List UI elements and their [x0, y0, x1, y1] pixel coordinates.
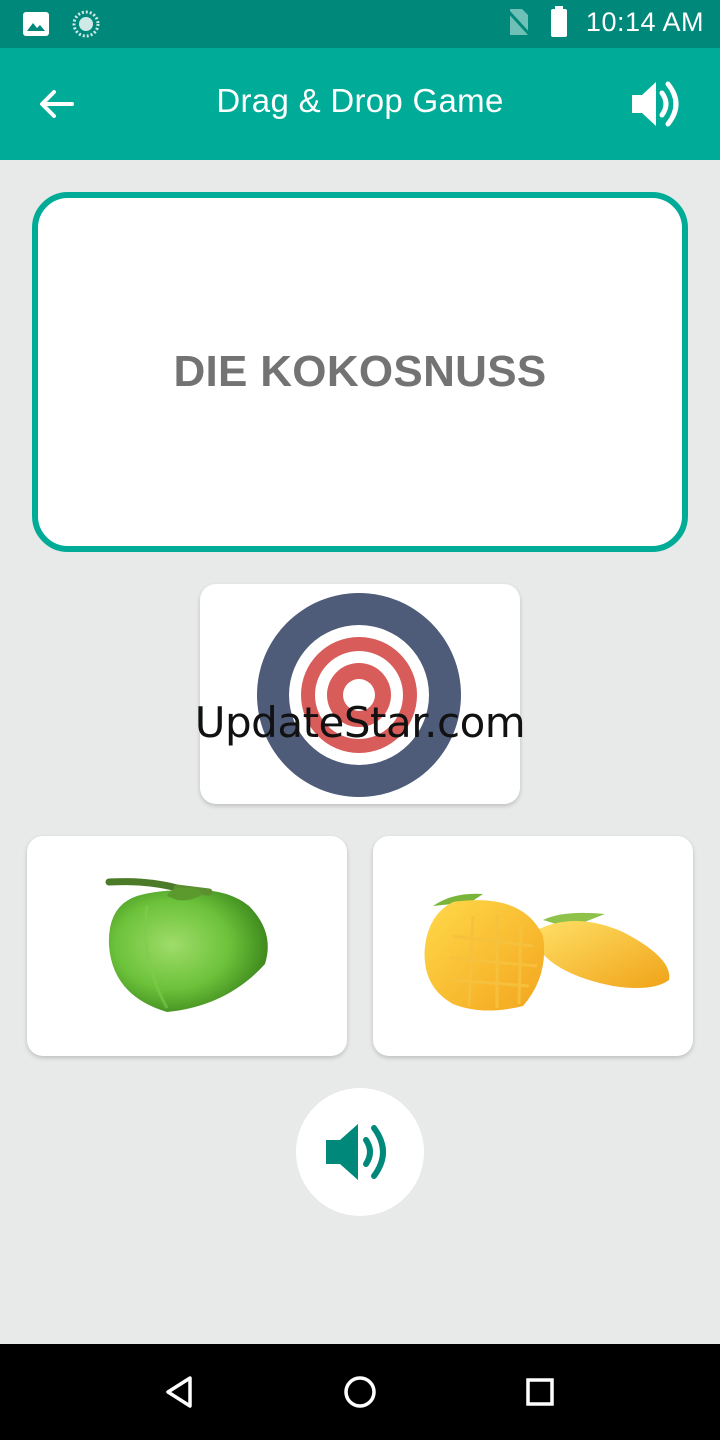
- page-title: Drag & Drop Game: [216, 82, 504, 119]
- status-bar: 10:14 AM: [0, 0, 720, 48]
- image-icon: [23, 12, 49, 36]
- target-icon: [257, 593, 461, 797]
- option-card-coconut[interactable]: [27, 836, 347, 1056]
- loading-icon: [72, 10, 100, 38]
- status-time: 10:14 AM: [585, 6, 704, 37]
- home-circle-icon[interactable]: [340, 1372, 380, 1412]
- watermark-text: UpdateStar.com: [194, 698, 526, 747]
- system-nav-bar: [0, 1344, 720, 1440]
- no-sim-icon: [506, 9, 532, 37]
- target-word: DIE KOKOSNUSS: [173, 347, 547, 396]
- volume-icon[interactable]: [630, 78, 686, 130]
- recents-square-icon[interactable]: [520, 1372, 560, 1412]
- play-sound-button[interactable]: [296, 1088, 424, 1216]
- word-card: DIE KOKOSNUSS: [32, 192, 688, 552]
- mango-image: [424, 893, 670, 1011]
- status-left-icons: [22, 10, 100, 38]
- option-card-mango[interactable]: [373, 836, 693, 1056]
- volume-icon: [326, 1124, 386, 1180]
- coconut-image: [105, 878, 268, 1012]
- back-triangle-icon[interactable]: [160, 1372, 200, 1412]
- drop-target-card[interactable]: [200, 584, 520, 804]
- app-bar: Drag & Drop Game: [0, 48, 720, 160]
- status-right-icons: 10:14 AM: [506, 6, 704, 38]
- battery-icon: [550, 6, 567, 37]
